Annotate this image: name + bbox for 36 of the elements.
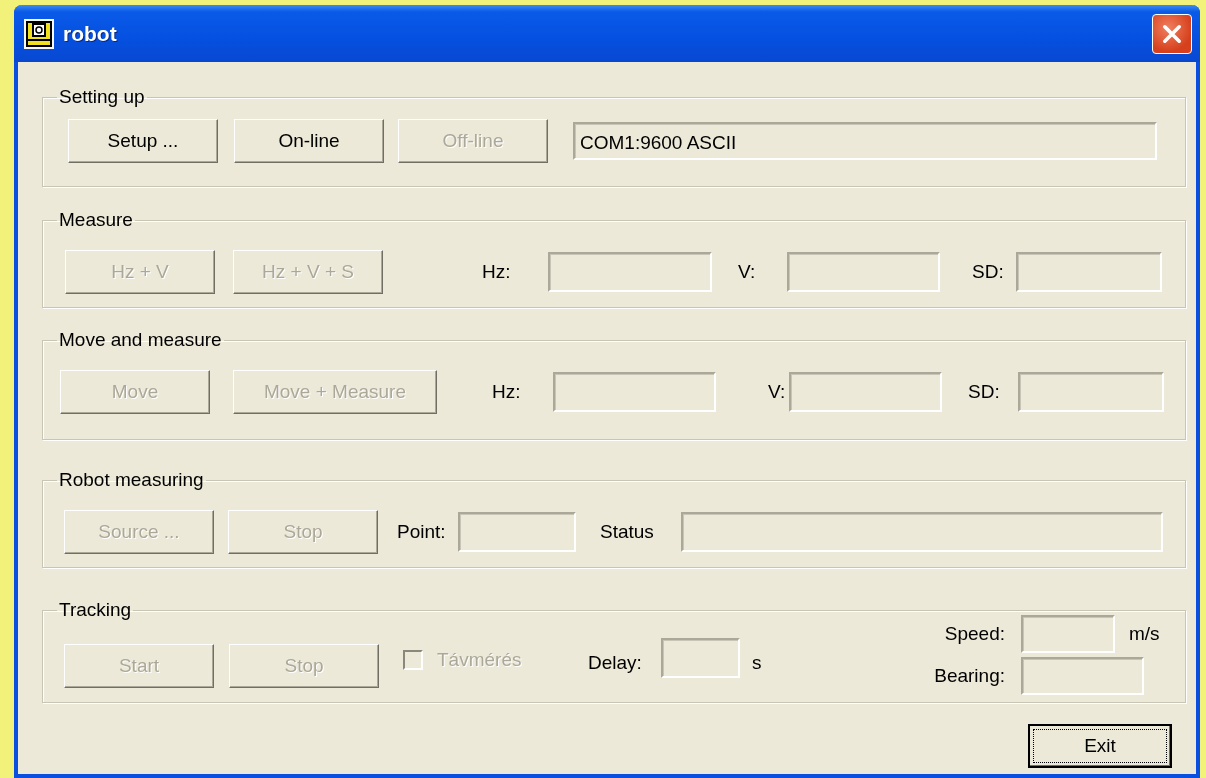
field-label: Speed: xyxy=(944,623,1005,645)
field-label: Hz: xyxy=(492,381,521,403)
group-title: Measure xyxy=(58,209,134,231)
group-title: Setting up xyxy=(58,86,146,108)
input-field[interactable] xyxy=(661,638,740,678)
input-field[interactable] xyxy=(1021,657,1144,695)
input-field[interactable] xyxy=(553,372,716,412)
field-label: V: xyxy=(738,261,756,283)
button[interactable]: On-line xyxy=(234,119,384,163)
field-label: Bearing: xyxy=(934,665,1005,687)
field-label: Point: xyxy=(397,521,446,543)
field-label: Hz: xyxy=(482,261,511,283)
field-label: s xyxy=(752,652,762,674)
group-title: Move and measure xyxy=(58,329,223,351)
input-field[interactable] xyxy=(789,372,942,412)
button[interactable]: Setup ... xyxy=(68,119,218,163)
field-label: Status xyxy=(600,521,654,543)
input-field[interactable] xyxy=(787,252,940,292)
field-label: V: xyxy=(768,381,786,403)
group-title: Tracking xyxy=(58,599,133,621)
window-title: robot xyxy=(63,21,118,46)
input-field[interactable] xyxy=(1018,372,1164,412)
field-label: SD: xyxy=(972,261,1004,283)
input-field[interactable] xyxy=(548,252,712,292)
input-field[interactable] xyxy=(1016,252,1162,292)
input-field[interactable]: COM1:9600 ASCII xyxy=(573,122,1157,160)
exit-button[interactable]: Exit xyxy=(1028,724,1172,768)
input-field[interactable] xyxy=(681,512,1163,552)
input-field[interactable] xyxy=(1021,615,1115,653)
unit-label: m/s xyxy=(1129,623,1161,645)
robot-icon xyxy=(24,18,54,49)
input-field[interactable] xyxy=(458,512,576,552)
group-title: Robot measuring xyxy=(58,469,205,491)
field-label: Delay: xyxy=(588,652,642,674)
close-button[interactable] xyxy=(1152,13,1192,54)
field-label: SD: xyxy=(968,381,1000,403)
